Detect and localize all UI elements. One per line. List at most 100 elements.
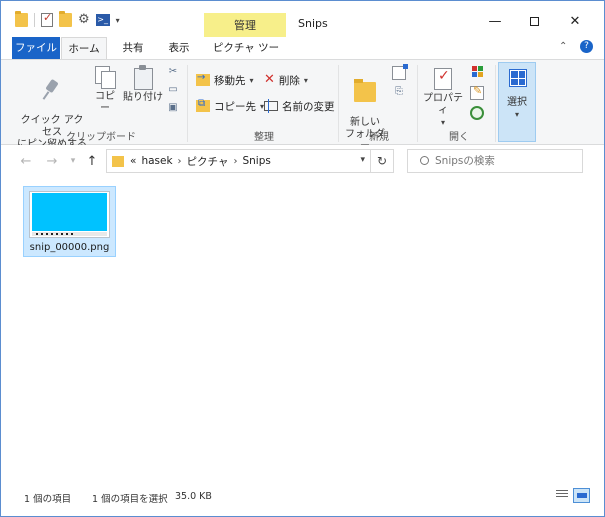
- properties-icon[interactable]: [41, 11, 53, 27]
- select-button-content: [508, 69, 528, 90]
- rename-label: 名前の変更: [282, 100, 335, 113]
- status-bar: 1 個の項目 1 個の項目を選択 35.0 KB: [1, 481, 604, 516]
- select-button[interactable]: 選択 ▾: [498, 62, 536, 142]
- minimize-button[interactable]: —: [480, 11, 510, 33]
- copy-to-icon: [196, 98, 210, 112]
- quick-access-toolbar: ⚙ >_ ▾: [15, 11, 120, 27]
- open-icon: [472, 66, 486, 78]
- powershell-icon[interactable]: >_: [95, 14, 110, 26]
- copy-label: コピー: [95, 91, 115, 114]
- file-list-pane[interactable]: snip_00000.png: [1, 179, 604, 481]
- title-bar: ⚙ >_ ▾ 管理 Snips — ✕: [1, 1, 604, 38]
- customize-toolbar-dropdown-icon[interactable]: ▾: [116, 16, 120, 25]
- back-button[interactable]: ←: [18, 154, 34, 169]
- new-item-button[interactable]: [389, 64, 409, 80]
- details-view-button[interactable]: [554, 488, 571, 503]
- large-icons-view-button[interactable]: [573, 488, 590, 503]
- explorer-window: ⚙ >_ ▾ 管理 Snips — ✕ ファイル ホーム 共有 表示 ピクチャ …: [0, 0, 605, 517]
- selection-size: 35.0 KB: [175, 491, 212, 502]
- help-icon[interactable]: ?: [580, 40, 593, 53]
- up-button[interactable]: ↑: [84, 154, 100, 169]
- maximize-button[interactable]: [519, 11, 549, 33]
- move-to-button[interactable]: 移動先 ▾: [196, 72, 254, 88]
- copy-path-icon[interactable]: ▭: [167, 84, 179, 96]
- file-name: snip_00000.png: [29, 242, 110, 253]
- clipboard-group-label: クリップボード: [66, 132, 136, 143]
- group-divider: [417, 65, 418, 142]
- delete-label: 削除: [278, 74, 300, 87]
- collapse-ribbon-icon[interactable]: ⌃: [559, 41, 567, 52]
- breadcrumb-item[interactable]: hasek: [141, 155, 172, 167]
- delete-icon: ✕: [264, 72, 275, 87]
- thumbnail-taskbar: [32, 232, 107, 236]
- copy-to-label: コピー先: [214, 100, 256, 113]
- select-label: 選択: [507, 97, 527, 108]
- refresh-button[interactable]: ↻: [370, 150, 393, 172]
- tab-picture-tools[interactable]: ピクチャ ツール: [211, 37, 281, 76]
- move-to-label: 移動先: [214, 74, 246, 87]
- move-to-icon: [196, 72, 210, 86]
- new-folder-icon[interactable]: [59, 11, 72, 27]
- paste-button[interactable]: 貼り付け: [123, 65, 163, 104]
- chevron-right-icon[interactable]: ›: [178, 156, 182, 167]
- history-icon: [470, 106, 484, 120]
- open-button[interactable]: [468, 66, 490, 78]
- organize-group-label: 整理: [254, 132, 274, 143]
- ribbon: クイック アクセス にピン留めする コピー 貼り付け ✂ ▭ ▣ クリップボード…: [1, 59, 604, 152]
- breadcrumb-item[interactable]: ピクチャ: [187, 154, 229, 169]
- select-icon: [509, 69, 527, 87]
- file-thumbnail: [29, 191, 110, 238]
- recent-locations-dropdown-icon[interactable]: ▾: [65, 156, 81, 166]
- paste-shortcut-icon[interactable]: ▣: [167, 102, 179, 114]
- group-divider: [495, 65, 496, 142]
- selection-count: 1 個の項目を選択: [92, 494, 168, 505]
- pin-icon: [44, 80, 60, 100]
- properties-button[interactable]: プロパティ ▾: [421, 68, 465, 129]
- folder-icon: [112, 155, 124, 167]
- copy-to-button[interactable]: コピー先 ▾: [196, 98, 264, 114]
- rename-button[interactable]: 名前の変更: [264, 98, 335, 114]
- new-folder-icon: [354, 79, 376, 102]
- edit-button[interactable]: [469, 85, 485, 100]
- navigation-bar: ← → ▾ ↑ « hasek › ピクチャ › Snips ▾ ↻ Snips…: [1, 145, 604, 179]
- chevron-down-icon: ▾: [249, 75, 254, 85]
- copy-button[interactable]: コピー: [92, 66, 118, 115]
- breadcrumb-overflow[interactable]: «: [130, 155, 136, 167]
- paste-icon: [133, 65, 153, 90]
- paste-label: 貼り付け: [123, 92, 163, 103]
- close-button[interactable]: ✕: [560, 11, 590, 33]
- tab-file[interactable]: ファイル: [12, 37, 60, 59]
- chevron-right-icon[interactable]: ›: [233, 156, 237, 167]
- properties-icon: [434, 68, 452, 90]
- item-count: 1 個の項目: [24, 494, 72, 505]
- search-icon: [420, 156, 429, 165]
- thumbnail-screen: [32, 193, 107, 231]
- easy-access-button[interactable]: ⎘: [389, 86, 409, 98]
- open-group-label: 開く: [449, 132, 469, 143]
- maximize-icon: [529, 17, 539, 26]
- properties-label: プロパティ: [423, 93, 463, 116]
- tab-share[interactable]: 共有: [113, 37, 153, 59]
- new-group-label: 新規: [369, 132, 389, 143]
- history-button[interactable]: [469, 106, 485, 120]
- address-dropdown-icon[interactable]: ▾: [360, 155, 365, 165]
- cut-icon[interactable]: ✂: [167, 66, 179, 78]
- gear-icon[interactable]: ⚙: [78, 13, 90, 27]
- context-tab-manage[interactable]: 管理: [204, 13, 286, 38]
- forward-button[interactable]: →: [44, 154, 60, 169]
- window-title: Snips: [298, 17, 328, 30]
- folder-icon: [15, 11, 28, 27]
- toolbar-divider: [34, 13, 35, 27]
- breadcrumb-item[interactable]: Snips: [242, 155, 270, 167]
- ribbon-tabs: ファイル ホーム 共有 表示 ピクチャ ツール ⌃ ?: [1, 37, 604, 76]
- edit-icon: [470, 85, 484, 100]
- file-item[interactable]: snip_00000.png: [23, 186, 116, 257]
- rename-icon: [264, 99, 278, 113]
- address-bar[interactable]: « hasek › ピクチャ › Snips ▾ ↻: [106, 149, 394, 173]
- copy-icon: [95, 66, 116, 89]
- search-input[interactable]: Snipsの検索: [407, 149, 583, 173]
- delete-button[interactable]: ✕ 削除 ▾: [264, 72, 308, 88]
- tab-view[interactable]: 表示: [159, 37, 199, 59]
- chevron-down-icon: ▾: [514, 110, 519, 119]
- tab-home[interactable]: ホーム: [61, 37, 107, 60]
